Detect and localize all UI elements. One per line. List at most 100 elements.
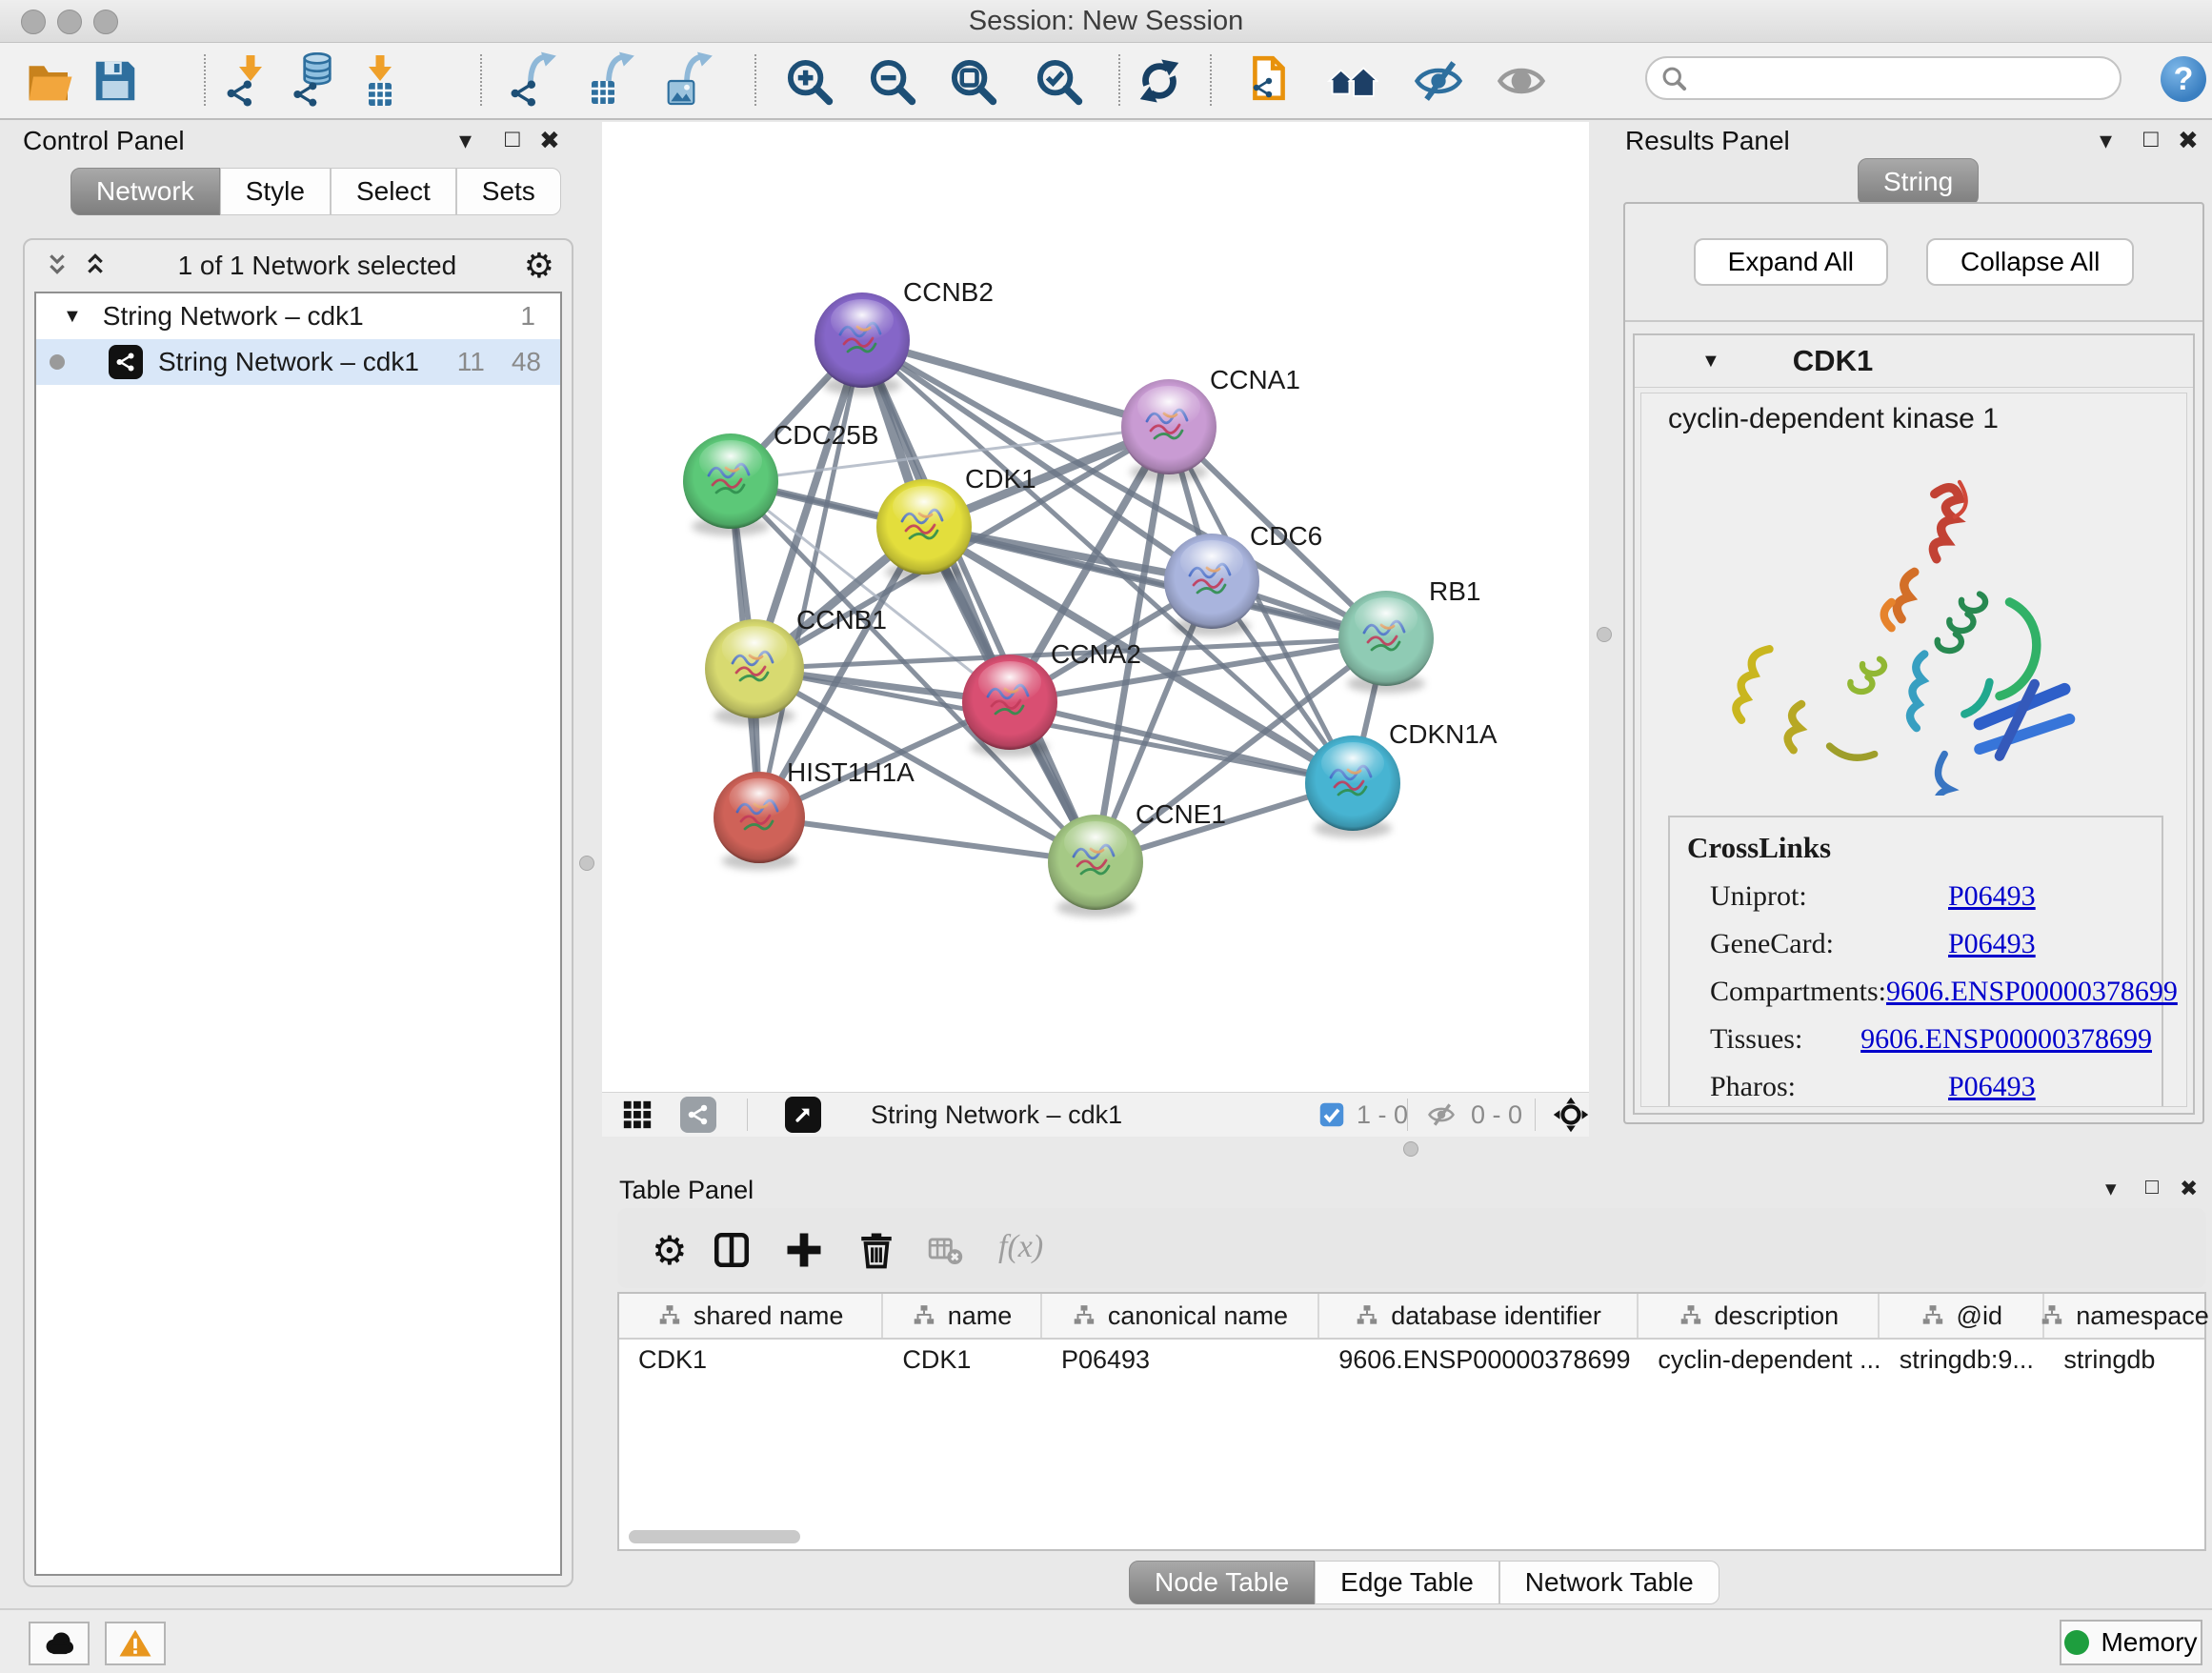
edge-CCNB2-HIST1H1A[interactable] bbox=[759, 340, 862, 817]
node-CCNB1[interactable] bbox=[705, 619, 804, 726]
table-panel-close-button[interactable]: ✖ bbox=[2180, 1176, 2198, 1201]
control-panel-float-button[interactable]: ▾ bbox=[459, 126, 472, 155]
tab-network-table[interactable]: Network Table bbox=[1499, 1561, 1719, 1604]
show-columns-button[interactable] bbox=[709, 1227, 754, 1273]
tab-edge-table[interactable]: Edge Table bbox=[1315, 1561, 1499, 1604]
crosslink-link-compartments[interactable]: 9606.ENSP00000378699 bbox=[1886, 976, 2178, 1008]
tab-select[interactable]: Select bbox=[331, 168, 456, 215]
import-network-file-button[interactable] bbox=[219, 50, 282, 111]
column-header-name[interactable]: name bbox=[883, 1294, 1042, 1338]
apply-layout-button[interactable] bbox=[1128, 50, 1191, 111]
function-builder-button[interactable]: f(x) bbox=[998, 1229, 1043, 1265]
node-RB1[interactable] bbox=[1338, 591, 1434, 694]
column-header-namespace[interactable]: namespace bbox=[2044, 1294, 2204, 1338]
right-splitter-handle[interactable] bbox=[1597, 627, 1612, 642]
birds-eye-view-button[interactable] bbox=[621, 1098, 654, 1132]
protein-section-header[interactable]: ▼ CDK1 bbox=[1635, 335, 2193, 388]
export-image-button[interactable] bbox=[659, 50, 722, 111]
table-row[interactable]: CDK1 CDK1 P06493 9606.ENSP00000378699 cy… bbox=[619, 1340, 2204, 1380]
crosslink-link-pharos[interactable]: P06493 bbox=[1948, 1071, 2036, 1103]
cell-shared-name[interactable]: CDK1 bbox=[619, 1345, 883, 1375]
tab-style[interactable]: Style bbox=[220, 168, 331, 215]
left-splitter-handle[interactable] bbox=[579, 856, 594, 871]
tab-network[interactable]: Network bbox=[70, 168, 220, 215]
horizontal-scrollbar[interactable] bbox=[629, 1530, 800, 1543]
cell-namespace[interactable]: stringdb bbox=[2044, 1345, 2204, 1375]
network-collection-row[interactable]: ▼ String Network – cdk1 1 bbox=[36, 293, 560, 339]
expand-all-button[interactable]: Expand All bbox=[1694, 238, 1888, 286]
results-panel-float-button[interactable]: ▾ bbox=[2100, 126, 2112, 155]
save-session-button[interactable] bbox=[84, 50, 147, 111]
tree-expander-icon[interactable]: ▼ bbox=[63, 306, 82, 328]
tab-string[interactable]: String bbox=[1858, 158, 1979, 206]
network-options-gear-icon[interactable]: ⚙ bbox=[524, 247, 554, 286]
node-CCNA1[interactable] bbox=[1121, 379, 1217, 482]
new-network-from-selection-button[interactable] bbox=[1237, 50, 1299, 111]
node-CDKN1A[interactable] bbox=[1305, 736, 1400, 838]
control-panel-title: Control Panel bbox=[23, 126, 185, 156]
fit-content-button[interactable] bbox=[1553, 1098, 1589, 1132]
node-CCNE1[interactable] bbox=[1048, 815, 1143, 917]
zoom-fit-button[interactable] bbox=[941, 50, 1004, 111]
import-table-file-button[interactable] bbox=[349, 50, 412, 111]
delete-table-button[interactable] bbox=[922, 1227, 968, 1273]
column-header-id[interactable]: @id bbox=[1880, 1294, 2044, 1338]
cell-database-identifier[interactable]: 9606.ENSP00000378699 bbox=[1319, 1345, 1639, 1375]
export-network-button[interactable] bbox=[503, 50, 566, 111]
control-panel-maximize-button[interactable]: □ bbox=[505, 124, 520, 153]
column-header-canonical-name[interactable]: canonical name bbox=[1042, 1294, 1319, 1338]
hide-selected-button[interactable] bbox=[1407, 50, 1470, 111]
column-header-description[interactable]: description bbox=[1639, 1294, 1880, 1338]
protein-structure-image bbox=[1679, 453, 2080, 796]
delete-column-button[interactable] bbox=[854, 1227, 899, 1273]
cell-id[interactable]: stringdb:9... bbox=[1880, 1345, 2045, 1375]
edge-HIST1H1A-CCNE1[interactable] bbox=[759, 817, 1096, 862]
open-in-window-button[interactable] bbox=[785, 1098, 821, 1132]
table-delete-icon bbox=[927, 1232, 963, 1268]
results-panel-maximize-button[interactable]: □ bbox=[2143, 124, 2159, 153]
warnings-button[interactable] bbox=[105, 1622, 166, 1665]
cloud-status-button[interactable] bbox=[29, 1622, 90, 1665]
zoom-out-button[interactable] bbox=[860, 50, 923, 111]
collapse-all-button[interactable]: Collapse All bbox=[1926, 238, 2134, 286]
tab-node-table[interactable]: Node Table bbox=[1129, 1561, 1315, 1604]
column-header-database-identifier[interactable]: database identifier bbox=[1319, 1294, 1639, 1338]
show-all-button[interactable] bbox=[1490, 50, 1553, 111]
horizontal-splitter-handle[interactable] bbox=[1403, 1141, 1418, 1157]
open-session-button[interactable] bbox=[19, 50, 82, 111]
cell-name[interactable]: CDK1 bbox=[883, 1345, 1042, 1375]
import-network-database-button[interactable] bbox=[284, 50, 347, 111]
collapse-all-networks-icon[interactable] bbox=[80, 251, 111, 281]
zoom-selected-button[interactable] bbox=[1027, 50, 1090, 111]
crosslink-link-genecard[interactable]: P06493 bbox=[1948, 928, 2036, 960]
first-neighbors-button[interactable] bbox=[1321, 50, 1384, 111]
global-search[interactable] bbox=[1645, 56, 2122, 100]
hidden-eye-slash-icon[interactable] bbox=[1427, 1098, 1456, 1132]
network-overview-toggle[interactable] bbox=[680, 1098, 716, 1132]
create-column-button[interactable] bbox=[781, 1227, 827, 1273]
memory-button[interactable]: Memory bbox=[2060, 1620, 2202, 1665]
network-row-selected[interactable]: String Network – cdk1 11 48 bbox=[36, 339, 560, 385]
selected-checkbox-icon[interactable] bbox=[1318, 1098, 1345, 1132]
column-header-shared-name[interactable]: shared name bbox=[619, 1294, 883, 1338]
network-canvas[interactable]: CCNB2CCNA1CDC25BCDK1CDC6RB1CCNB1CCNA2CDK… bbox=[602, 122, 1589, 1092]
section-expander-icon[interactable]: ▼ bbox=[1701, 351, 1720, 373]
table-panel-float-button[interactable]: ▾ bbox=[2105, 1176, 2117, 1201]
export-table-button[interactable] bbox=[581, 50, 644, 111]
edge-CCNA2-CDKN1A[interactable] bbox=[1010, 702, 1353, 783]
control-panel-close-button[interactable]: ✖ bbox=[539, 126, 560, 155]
node-CDC25B[interactable] bbox=[683, 433, 778, 536]
cell-canonical-name[interactable]: P06493 bbox=[1042, 1345, 1319, 1375]
table-panel-maximize-button[interactable]: □ bbox=[2145, 1174, 2159, 1199]
help-button[interactable]: ? bbox=[2161, 56, 2206, 102]
search-input[interactable] bbox=[1697, 63, 2106, 94]
expand-all-networks-icon[interactable] bbox=[42, 251, 72, 281]
crosslink-link-uniprot[interactable]: P06493 bbox=[1948, 880, 2036, 913]
zoom-in-button[interactable] bbox=[777, 50, 840, 111]
results-panel-close-button[interactable]: ✖ bbox=[2178, 126, 2199, 155]
node-CDC6[interactable] bbox=[1164, 534, 1259, 636]
crosslink-link-tissues[interactable]: 9606.ENSP00000378699 bbox=[1860, 1023, 2152, 1056]
table-settings-gear-icon[interactable]: ⚙ bbox=[652, 1227, 688, 1274]
cell-description[interactable]: cyclin-dependent ... bbox=[1639, 1345, 1880, 1375]
tab-sets[interactable]: Sets bbox=[456, 168, 561, 215]
